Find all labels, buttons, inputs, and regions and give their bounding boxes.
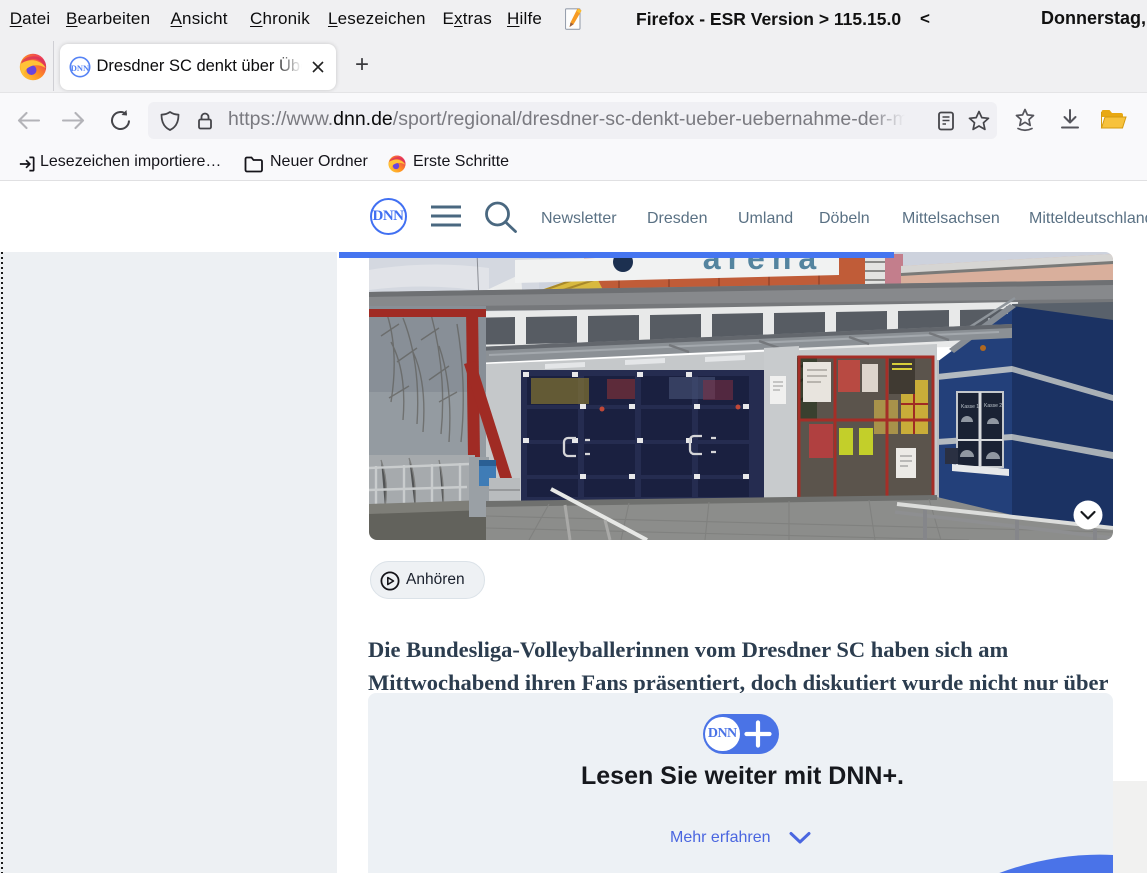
svg-text:Kasse 1: Kasse 1	[961, 404, 979, 410]
svg-text:DNN: DNN	[70, 63, 89, 73]
svg-text:Kasse 2: Kasse 2	[984, 403, 1002, 409]
